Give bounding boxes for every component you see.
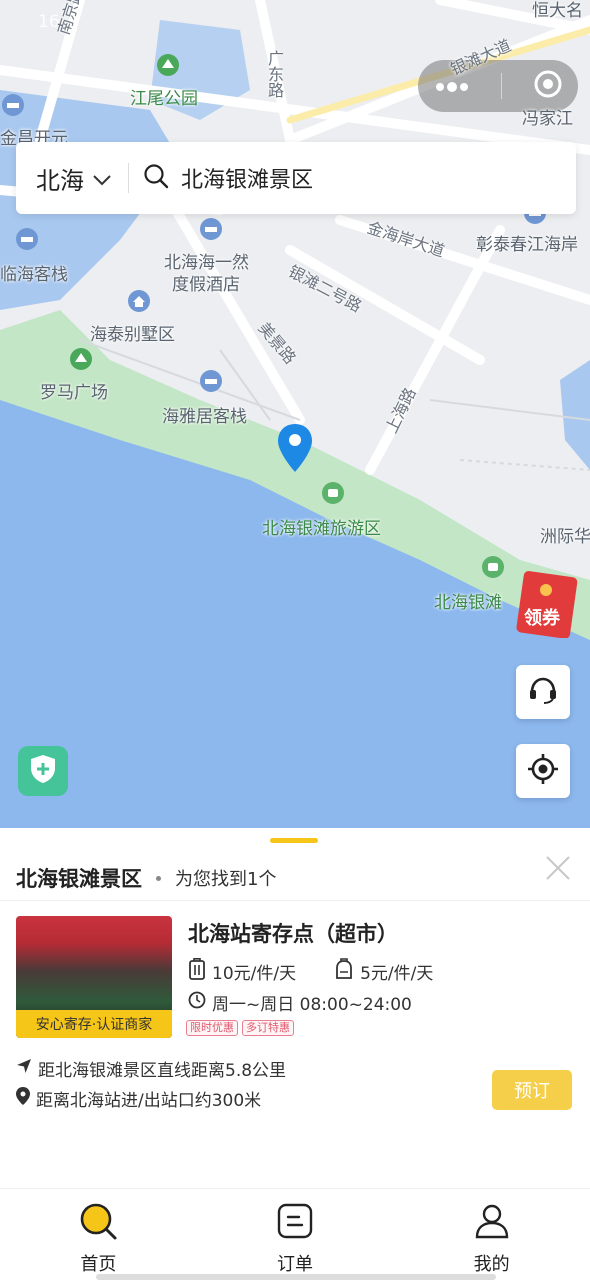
hours-row: 周一~周日 08:00~24:00 — [188, 990, 412, 1015]
search-bar[interactable]: 北海 北海银滩景区 — [16, 142, 576, 214]
distance-scenic: 距北海银滩景区直线距离5.8公里 — [38, 1061, 287, 1081]
price-row: 10元/件/天 5元/件/天 — [188, 958, 433, 985]
crosshair-icon — [527, 753, 559, 789]
headset-icon — [527, 674, 559, 710]
tab-orders[interactable]: 订单 — [197, 1189, 394, 1280]
tab-home-label: 首页 — [80, 1254, 117, 1275]
map-label-hengda: 恒大名 — [532, 1, 583, 21]
user-icon — [472, 1201, 512, 1246]
suitcase-icon — [188, 958, 206, 985]
hotel-icon — [200, 218, 222, 240]
distance-station: 距离北海站进/出站口约300米 — [36, 1091, 262, 1111]
separator-dot — [156, 875, 161, 881]
distance-station-row: 距离北海站进/出站口约300米 — [16, 1086, 261, 1111]
result-count: 为您找到1个 — [175, 869, 277, 890]
results-sheet[interactable]: 北海银滩景区 为您找到1个 安心寄存·认证商家 北海站寄存点（超市） 10元/件… — [0, 828, 590, 1188]
badge-multi-order: 多订特惠 — [242, 1020, 294, 1036]
shield-plus-icon — [29, 754, 57, 788]
close-icon[interactable] — [544, 854, 572, 882]
backpack-icon — [334, 958, 354, 985]
map-label-haiya-inn: 海雅居客栈 — [162, 407, 247, 427]
home-indicator — [96, 1274, 496, 1280]
map-label-fengjia: 冯家江 — [522, 109, 573, 129]
scenic-icon — [322, 482, 344, 504]
distance-scenic-row: 距北海银滩景区直线距离5.8公里 — [16, 1056, 286, 1081]
clock-icon — [188, 991, 206, 1014]
store-name: 北海站寄存点（超市） — [188, 922, 398, 946]
search-icon — [143, 163, 169, 193]
store-card[interactable]: 安心寄存·认证商家 北海站寄存点（超市） 10元/件/天 5元/件/天 周一~周… — [0, 914, 590, 1114]
price-small: 5元/件/天 — [360, 964, 434, 984]
hotel-icon — [16, 228, 38, 250]
map-label-linhai-inn: 临海客栈 — [0, 265, 68, 285]
map-label-zhangtai: 彰泰春江海岸 — [476, 235, 578, 255]
coupon-label: 领券 — [524, 608, 560, 629]
city-selector[interactable]: 北海 — [36, 161, 112, 196]
tab-home[interactable]: 首页 — [0, 1189, 197, 1280]
badge-row: 限时优惠 多订特惠 — [186, 1020, 294, 1036]
map-label-beihai-yiran-2: 度假酒店 — [172, 275, 240, 295]
location-pin-icon[interactable] — [278, 424, 312, 476]
tab-mine-label: 我的 — [473, 1254, 510, 1275]
park-icon — [70, 348, 92, 370]
search-icon — [78, 1201, 118, 1246]
chevron-down-icon — [92, 164, 112, 192]
map-label-yintan-partial: 北海银滩 — [434, 593, 502, 613]
map-label-yintan-tourist: 北海银滩旅游区 — [262, 519, 381, 539]
locate-me-button[interactable] — [516, 744, 570, 798]
sheet-header: 北海银滩景区 为您找到1个 — [16, 858, 574, 898]
sheet-title: 北海银滩景区 — [16, 867, 142, 891]
tab-orders-label: 订单 — [277, 1254, 313, 1275]
villa-icon — [128, 290, 150, 312]
sheet-handle[interactable] — [270, 838, 318, 843]
tab-bar: 首页 订单 我的 — [0, 1188, 590, 1280]
capsule-divider — [500, 73, 502, 99]
location-marker-icon — [16, 1087, 30, 1110]
header-divider — [0, 900, 590, 901]
map-label-zhouji: 洲际华 — [540, 527, 590, 547]
price-large: 10元/件/天 — [212, 964, 297, 984]
hotel-icon — [200, 370, 222, 392]
order-icon — [275, 1201, 315, 1246]
store-photo: 安心寄存·认证商家 — [16, 916, 172, 1038]
search-divider — [128, 163, 129, 193]
badge-limited-offer: 限时优惠 — [186, 1020, 238, 1036]
navigation-arrow-icon — [16, 1058, 32, 1079]
map-label-jiangwei-park: 江尾公园 — [130, 89, 198, 109]
coupon-button[interactable]: 领券 — [516, 570, 580, 639]
map-label-haitai-villa: 海泰别墅区 — [90, 325, 175, 345]
safety-shield-button[interactable] — [18, 746, 68, 796]
map-label-roman-square: 罗马广场 — [40, 383, 108, 403]
book-button[interactable]: 预订 — [492, 1070, 572, 1110]
search-input[interactable]: 北海银滩景区 — [181, 162, 313, 194]
map-background — [0, 0, 590, 828]
map-view[interactable]: 16: 4G 南京路 江尾公园 广东路 银滩大道 冯家江 恒大名 金昌开元 金海… — [0, 0, 590, 828]
park-icon — [157, 54, 179, 76]
map-label-guangdong-road: 广东路 — [265, 50, 284, 98]
city-label: 北海 — [36, 166, 84, 195]
opening-hours: 周一~周日 08:00~24:00 — [212, 995, 412, 1015]
certified-tag: 安心寄存·认证商家 — [16, 1010, 172, 1038]
tab-mine[interactable]: 我的 — [393, 1189, 590, 1280]
more-icon[interactable] — [434, 77, 470, 96]
scenic-icon — [482, 556, 504, 578]
customer-service-button[interactable] — [516, 665, 570, 719]
hotel-icon — [2, 94, 24, 116]
exit-target-icon[interactable] — [533, 69, 563, 103]
